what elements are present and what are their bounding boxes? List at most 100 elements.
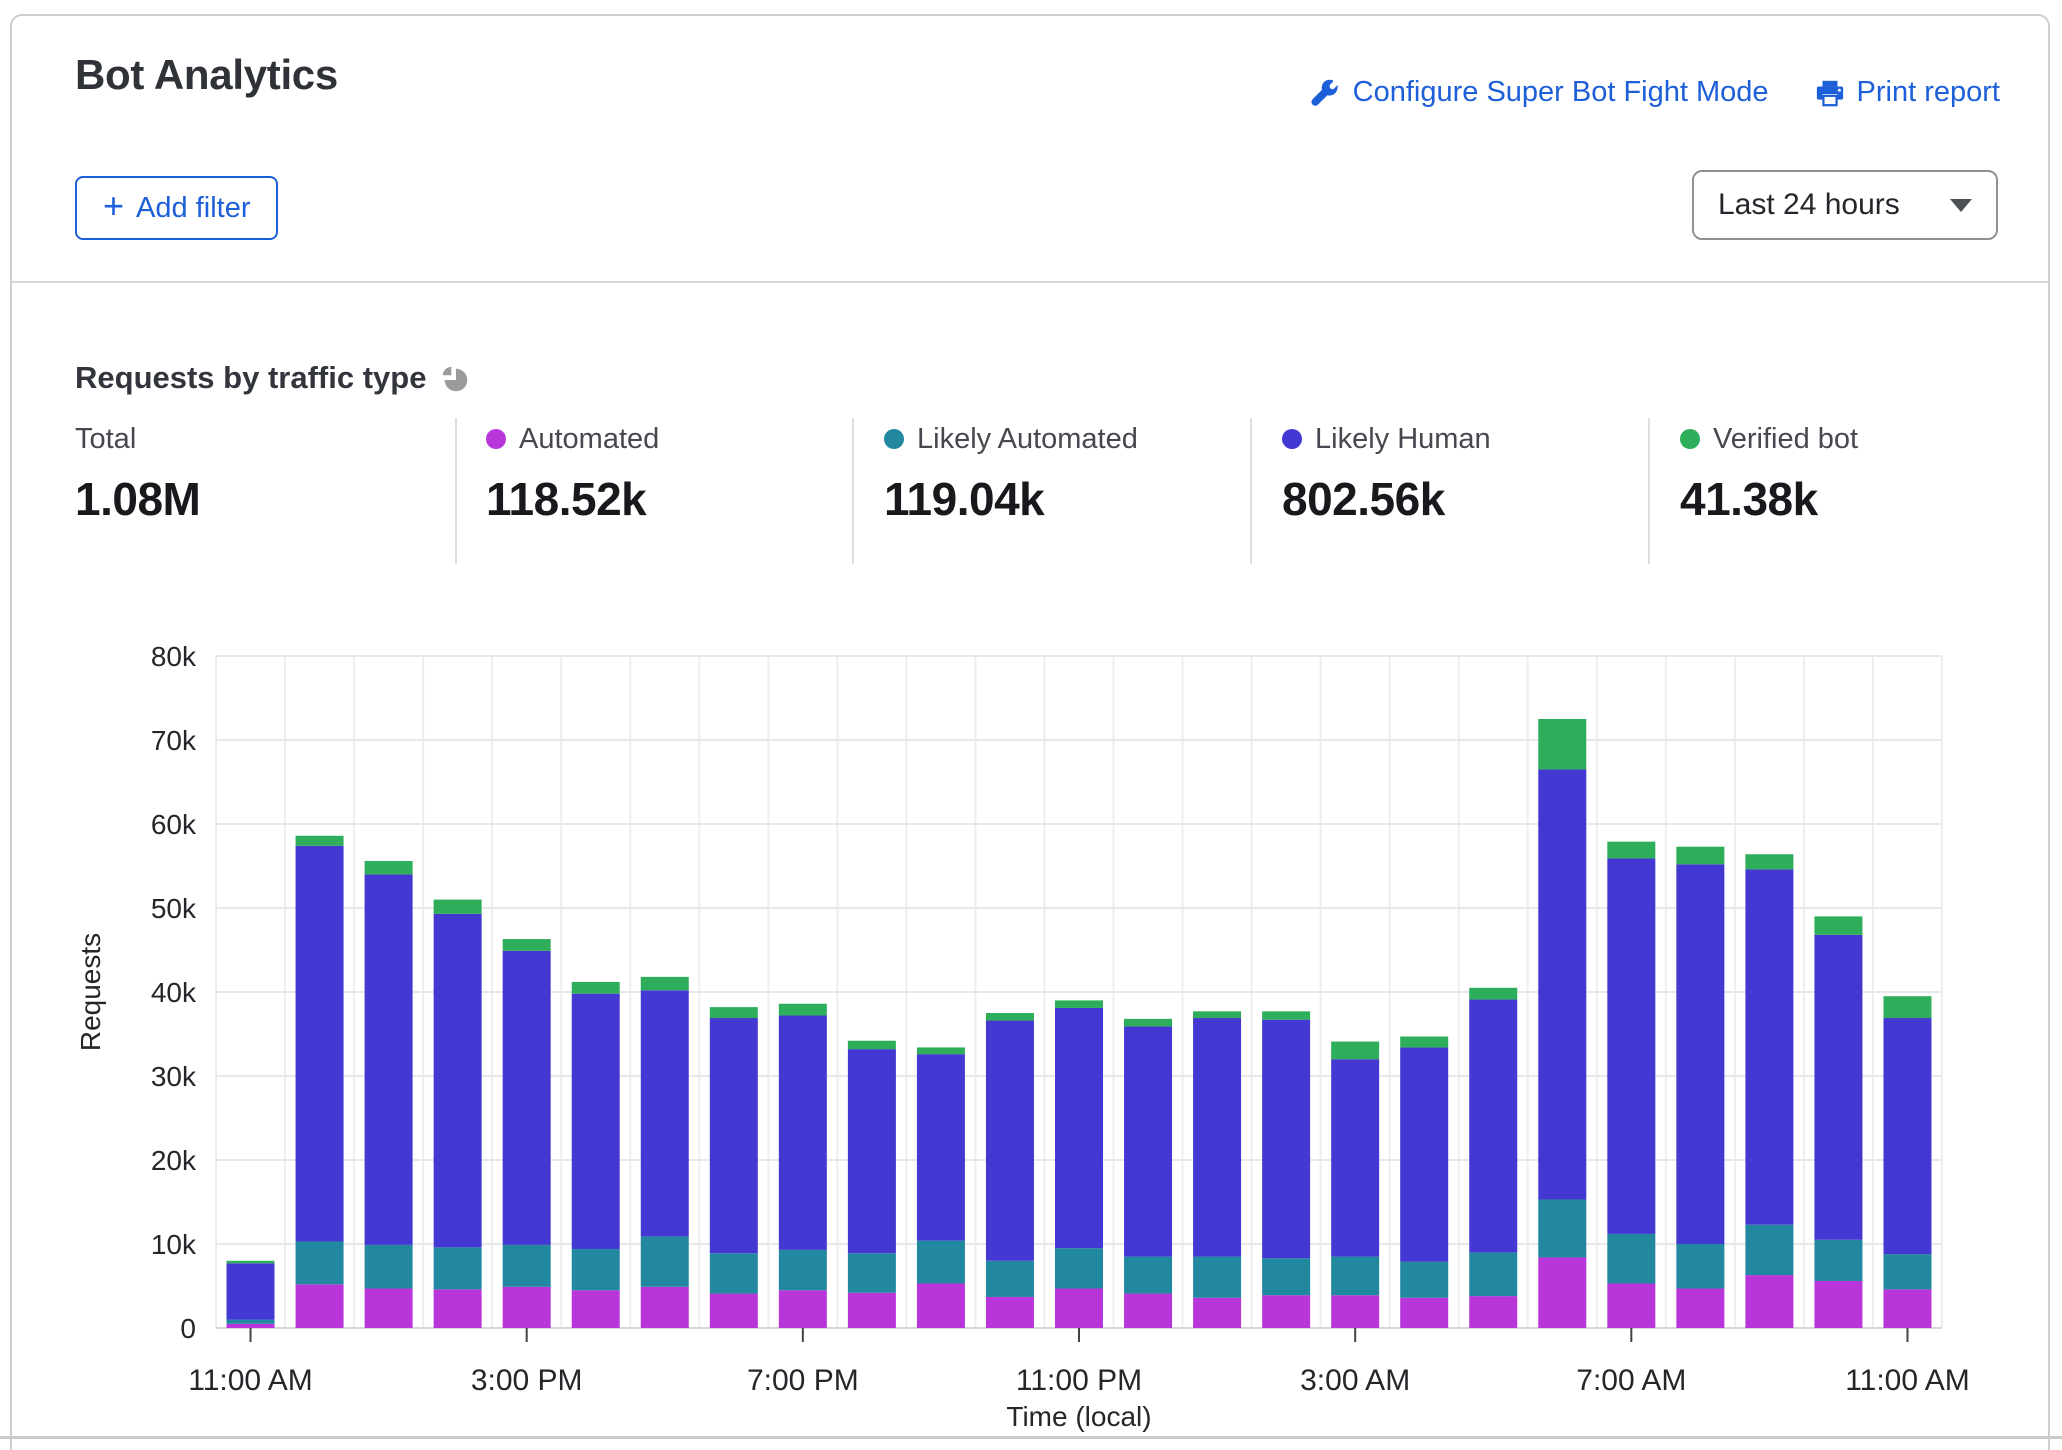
- header-actions: Configure Super Bot Fight Mode Print rep…: [1309, 76, 2000, 109]
- x-axis-tick-label: 3:00 AM: [1300, 1364, 1410, 1397]
- stat-divider: [1648, 418, 1650, 564]
- bar-segment-verified-bot: [1745, 854, 1793, 869]
- bot-analytics-page: Bot Analytics Configure Super Bot Fight …: [0, 0, 2062, 1450]
- bar-segment-verified-bot: [572, 982, 620, 994]
- add-filter-button[interactable]: + Add filter: [75, 176, 278, 240]
- stat-value: 118.52k: [486, 472, 659, 526]
- bar-segment-verified-bot: [1883, 996, 1931, 1018]
- bar-segment-verified-bot: [917, 1047, 965, 1054]
- x-axis-tick-label: 11:00 AM: [188, 1364, 313, 1397]
- bar-segment-likely-human: [986, 1021, 1034, 1261]
- bar-segment-likely-automated: [986, 1261, 1034, 1297]
- bar-segment-likely-human: [227, 1263, 275, 1319]
- bar-segment-likely-automated: [1676, 1244, 1724, 1289]
- printer-icon: [1815, 78, 1845, 108]
- bar-segment-likely-automated: [1124, 1257, 1172, 1294]
- bar-segment-likely-human: [1124, 1026, 1172, 1256]
- bar-segment-likely-automated: [1193, 1257, 1241, 1298]
- bar-segment-verified-bot: [1538, 719, 1586, 769]
- time-range-value: Last 24 hours: [1718, 188, 1950, 222]
- stat-label: Total: [75, 420, 200, 458]
- bar-segment-likely-human: [710, 1018, 758, 1253]
- stat-divider: [852, 418, 854, 564]
- bar-segment-likely-human: [434, 914, 482, 1247]
- bar-segment-automated: [1538, 1257, 1586, 1328]
- bar-segment-verified-bot: [1193, 1011, 1241, 1018]
- bar-segment-verified-bot: [848, 1041, 896, 1049]
- bar-segment-verified-bot: [641, 977, 689, 990]
- bar-segment-automated: [1607, 1283, 1655, 1328]
- bar-segment-automated: [227, 1324, 275, 1328]
- bar-segment-likely-human: [1745, 869, 1793, 1224]
- bar-segment-likely-human: [917, 1054, 965, 1240]
- time-range-select[interactable]: Last 24 hours: [1692, 170, 1998, 240]
- y-axis-tick-label: 0: [180, 1313, 196, 1344]
- bar-segment-automated: [1262, 1295, 1310, 1328]
- stat-likely-human: Likely Human 802.56k: [1282, 420, 1491, 526]
- y-axis-title: Requests: [75, 933, 106, 1051]
- x-axis-tick-label: 11:00 AM: [1845, 1364, 1970, 1397]
- print-report-link[interactable]: Print report: [1815, 76, 2000, 109]
- bar-segment-likely-automated: [503, 1245, 551, 1287]
- bar-segment-likely-automated: [1883, 1254, 1931, 1289]
- next-section-divider: [0, 1436, 2062, 1439]
- stat-divider: [1250, 418, 1252, 564]
- bar-segment-verified-bot: [1469, 988, 1517, 1000]
- bar-segment-automated: [1400, 1298, 1448, 1328]
- bar-segment-verified-bot: [986, 1013, 1034, 1021]
- stat-likely-automated: Likely Automated 119.04k: [884, 420, 1138, 526]
- bar-segment-likely-human: [1469, 1000, 1517, 1253]
- y-axis-tick-label: 70k: [151, 725, 197, 756]
- stat-value: 119.04k: [884, 472, 1138, 526]
- y-axis-tick-label: 40k: [151, 977, 197, 1008]
- bar-segment-automated: [1055, 1289, 1103, 1328]
- bar-segment-likely-automated: [848, 1253, 896, 1292]
- bar-segment-likely-human: [1814, 935, 1862, 1240]
- chevron-down-icon: [1950, 199, 1972, 212]
- stat-label: Likely Automated: [884, 420, 1138, 458]
- bar-segment-likely-human: [1262, 1020, 1310, 1259]
- stat-verified-bot: Verified bot 41.38k: [1680, 420, 1858, 526]
- y-axis-tick-label: 50k: [151, 893, 197, 924]
- bar-segment-likely-automated: [710, 1253, 758, 1293]
- y-axis-tick-label: 30k: [151, 1061, 197, 1092]
- bar-segment-automated: [434, 1289, 482, 1328]
- bar-segment-likely-human: [1883, 1018, 1931, 1254]
- bar-segment-automated: [917, 1283, 965, 1328]
- stat-divider: [455, 418, 457, 564]
- configure-link-label: Configure Super Bot Fight Mode: [1353, 76, 1769, 109]
- bar-segment-likely-automated: [1607, 1234, 1655, 1284]
- bar-segment-automated: [572, 1290, 620, 1328]
- bar-segment-automated: [1745, 1275, 1793, 1328]
- bar-segment-automated: [1193, 1298, 1241, 1328]
- bar-segment-likely-automated: [296, 1241, 344, 1284]
- y-axis-tick-label: 20k: [151, 1145, 197, 1176]
- bar-segment-likely-human: [296, 846, 344, 1242]
- bar-segment-verified-bot: [1262, 1011, 1310, 1019]
- bar-segment-likely-automated: [1262, 1258, 1310, 1295]
- bar-segment-automated: [1814, 1281, 1862, 1328]
- bar-segment-automated: [365, 1289, 413, 1328]
- bar-segment-verified-bot: [503, 939, 551, 951]
- bar-segment-likely-automated: [1469, 1252, 1517, 1296]
- bar-segment-automated: [296, 1284, 344, 1328]
- stat-value: 1.08M: [75, 472, 200, 526]
- bar-segment-verified-bot: [365, 861, 413, 874]
- bar-segment-likely-automated: [227, 1320, 275, 1324]
- verified-bot-dot-icon: [1680, 429, 1700, 449]
- bar-segment-automated: [1676, 1289, 1724, 1328]
- header-divider: [12, 281, 2048, 283]
- stat-label: Likely Human: [1282, 420, 1491, 458]
- bar-segment-automated: [1331, 1295, 1379, 1328]
- print-link-label: Print report: [1857, 76, 2000, 109]
- bar-segment-likely-automated: [1814, 1240, 1862, 1281]
- bar-segment-likely-automated: [365, 1245, 413, 1289]
- bar-segment-likely-human: [779, 1016, 827, 1250]
- configure-super-bot-fight-mode-link[interactable]: Configure Super Bot Fight Mode: [1309, 76, 1769, 109]
- bar-segment-likely-human: [1676, 864, 1724, 1244]
- stat-automated: Automated 118.52k: [486, 420, 659, 526]
- plus-icon: +: [103, 185, 124, 227]
- x-axis-tick-label: 11:00 PM: [1016, 1364, 1142, 1397]
- bar-segment-verified-bot: [779, 1004, 827, 1016]
- bar-segment-verified-bot: [710, 1007, 758, 1018]
